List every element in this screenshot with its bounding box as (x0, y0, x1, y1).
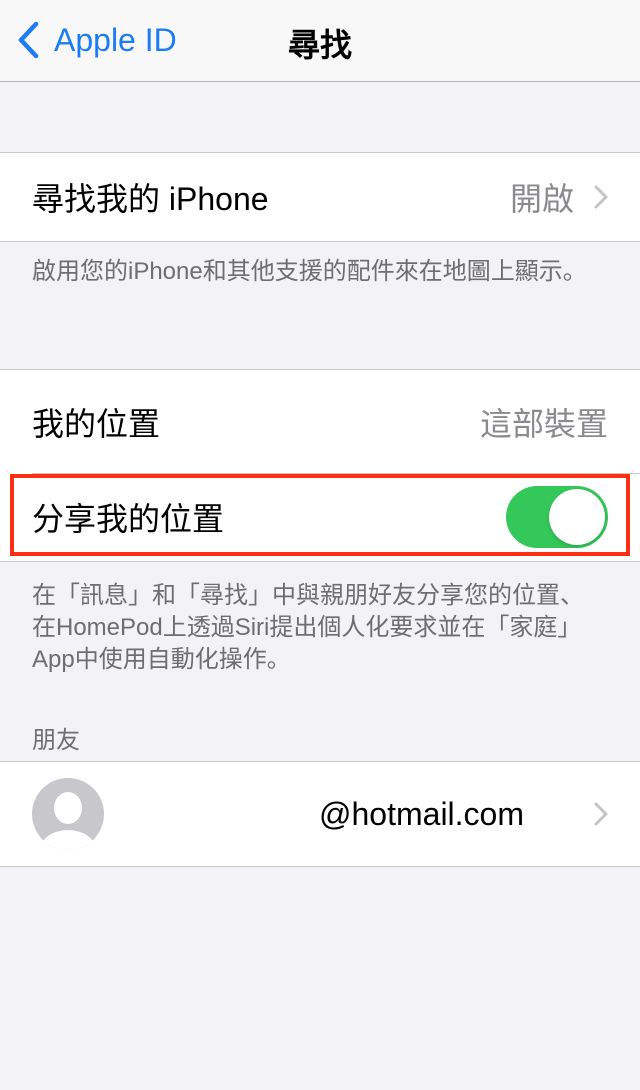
location-section: 我的位置 這部裝置 分享我的位置 (0, 369, 640, 562)
location-footer: 在「訊息」和「尋找」中與親朋好友分享您的位置、在HomePod上透過Siri提出… (32, 582, 584, 673)
find-my-iphone-row[interactable]: 尋找我的 iPhone 開啟 (0, 153, 640, 241)
chevron-right-icon (594, 185, 608, 209)
avatar (32, 778, 104, 850)
share-my-location-row: 分享我的位置 (0, 473, 640, 561)
my-location-value: 這部裝置 (479, 405, 608, 442)
my-location-label: 我的位置 (32, 405, 161, 442)
find-my-iphone-label: 尋找我的 iPhone (32, 181, 269, 217)
my-location-row: 我的位置 這部裝置 (0, 370, 640, 473)
find-my-iphone-value: 開啟 (509, 181, 574, 217)
friends-header: 朋友 (32, 727, 80, 754)
navigation-bar: Apple ID 尋找 (0, 0, 640, 82)
friends-section: @hotmail.com (0, 761, 640, 867)
find-iphone-footer: 啟用您的iPhone和其他支援的配件來在地圖上顯示。 (32, 258, 587, 285)
chevron-right-icon (594, 802, 608, 826)
friend-name: @hotmail.com (319, 795, 524, 832)
toggle-knob (549, 489, 605, 545)
back-button[interactable]: Apple ID (16, 18, 177, 62)
share-my-location-toggle[interactable] (506, 486, 608, 548)
friend-row[interactable]: @hotmail.com (0, 762, 640, 866)
share-my-location-label: 分享我的位置 (32, 501, 225, 537)
chevron-left-icon (18, 21, 39, 59)
find-iphone-section: 尋找我的 iPhone 開啟 (0, 152, 640, 242)
back-label: Apple ID (54, 21, 177, 58)
